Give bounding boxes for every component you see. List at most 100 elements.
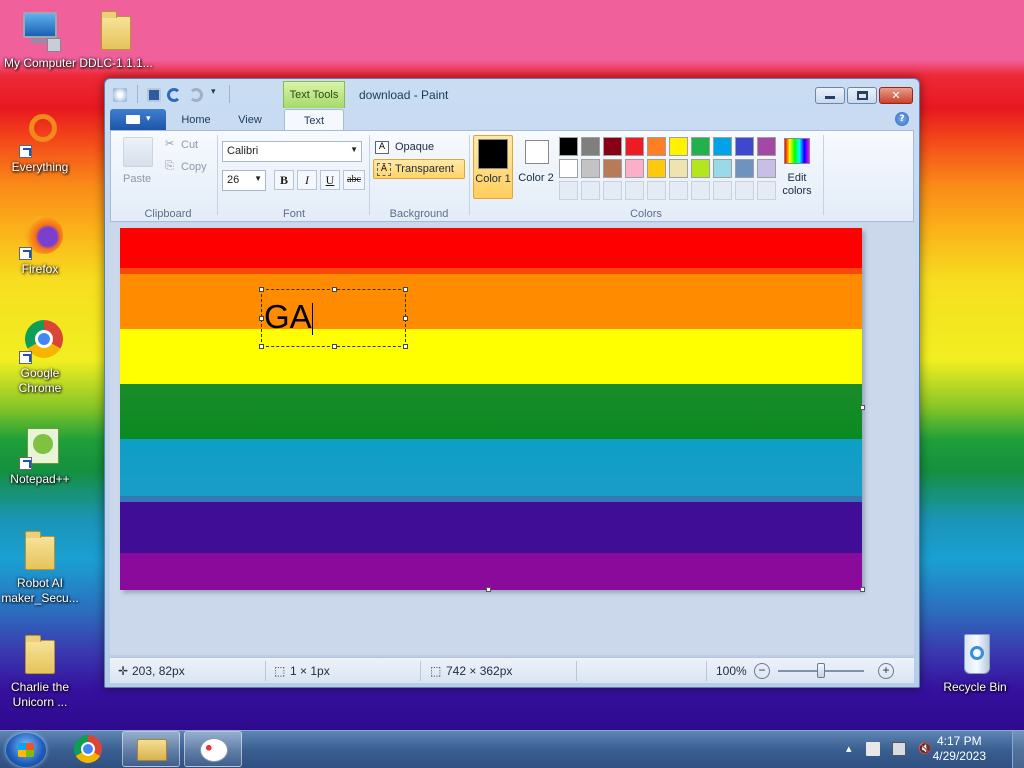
text-box-content[interactable]: GA xyxy=(264,298,313,336)
notepadpp-icon xyxy=(17,424,63,470)
desktop-icon-charlie[interactable]: Charlie the Unicorn ... xyxy=(0,632,80,710)
palette-empty-swatch[interactable] xyxy=(713,181,732,200)
paint-app-icon[interactable] xyxy=(113,88,127,102)
palette-color-swatch[interactable] xyxy=(581,159,600,178)
taskbar-paint[interactable] xyxy=(184,731,242,767)
palette-color-swatch[interactable] xyxy=(581,137,600,156)
palette-empty-swatch[interactable] xyxy=(581,181,600,200)
desktop-icon-recycle-bin[interactable]: Recycle Bin xyxy=(935,632,1015,695)
help-icon[interactable]: ? xyxy=(895,112,909,126)
zoom-slider-thumb[interactable] xyxy=(817,663,825,678)
minimize-button[interactable] xyxy=(815,87,845,104)
show-hidden-icons[interactable]: ▴ xyxy=(846,742,860,756)
zoom-out-button[interactable]: − xyxy=(754,663,770,679)
underline-button[interactable]: U xyxy=(320,170,340,190)
font-size-select[interactable]: 26 ▼ xyxy=(222,170,266,191)
start-button[interactable] xyxy=(6,733,46,767)
palette-color-swatch[interactable] xyxy=(669,159,688,178)
taskbar-chrome[interactable] xyxy=(60,731,118,767)
canvas-resize-handle-bottom[interactable] xyxy=(486,587,491,592)
desktop-icon-notepadpp[interactable]: Notepad++ xyxy=(0,424,80,487)
desktop-icon-ddlc[interactable]: DDLC-1.1.1... xyxy=(76,8,156,71)
transparent-button[interactable]: A Transparent xyxy=(373,159,465,179)
text-caret xyxy=(311,303,313,336)
palette-empty-swatch[interactable] xyxy=(757,181,776,200)
folder-icon xyxy=(137,739,167,761)
action-center-icon[interactable] xyxy=(866,742,880,756)
strikethrough-button[interactable]: abc xyxy=(343,170,365,190)
palette-color-swatch[interactable] xyxy=(735,159,754,178)
volume-muted-icon[interactable]: 🔇 xyxy=(918,742,932,756)
palette-empty-swatch[interactable] xyxy=(559,181,578,200)
status-bar: ✛ 203, 82px ⬚ 1 × 1px ⬚ 742 × 362px 100%… xyxy=(110,657,914,683)
canvas-resize-handle-right[interactable] xyxy=(860,405,865,410)
opaque-button[interactable]: A Opaque xyxy=(375,139,467,157)
undo-icon[interactable] xyxy=(167,88,181,102)
palette-empty-swatch[interactable] xyxy=(669,181,688,200)
color1-label: Color 1 xyxy=(475,173,511,185)
tab-view[interactable]: View xyxy=(228,109,272,131)
palette-color-swatch[interactable] xyxy=(603,159,622,178)
paste-button[interactable]: Paste xyxy=(123,173,151,185)
palette-color-swatch[interactable] xyxy=(757,137,776,156)
show-desktop-button[interactable] xyxy=(1012,731,1024,768)
desktop-icon-everything[interactable]: Everything xyxy=(0,112,80,175)
transparent-label: Transparent xyxy=(395,163,454,175)
desktop-icon-chrome[interactable]: Google Chrome xyxy=(0,318,80,396)
palette-empty-swatch[interactable] xyxy=(735,181,754,200)
palette-empty-swatch[interactable] xyxy=(603,181,622,200)
taskbar-explorer[interactable] xyxy=(122,731,180,767)
network-icon[interactable] xyxy=(892,742,906,756)
palette-color-swatch[interactable] xyxy=(735,137,754,156)
opaque-icon: A xyxy=(375,141,389,154)
clock-time: 4:17 PM xyxy=(936,734,982,748)
cut-button[interactable]: Cut xyxy=(181,139,198,151)
taskbar-clock[interactable]: 4:17 PM 4/29/2023 xyxy=(933,734,986,764)
palette-color-swatch[interactable] xyxy=(625,137,644,156)
color2-button[interactable]: Color 2 xyxy=(517,135,555,199)
palette-color-swatch[interactable] xyxy=(647,137,666,156)
drawing-canvas[interactable]: GA xyxy=(120,228,862,590)
palette-empty-swatch[interactable] xyxy=(691,181,710,200)
color1-button[interactable]: Color 1 xyxy=(473,135,513,199)
copy-button[interactable]: Copy xyxy=(181,161,207,173)
palette-color-swatch[interactable] xyxy=(757,159,776,178)
recycle-bin-icon xyxy=(952,632,998,678)
palette-color-swatch[interactable] xyxy=(713,137,732,156)
canvas-workspace[interactable]: GA xyxy=(110,223,914,655)
bold-button[interactable]: B xyxy=(274,170,294,190)
palette-color-swatch[interactable] xyxy=(559,159,578,178)
palette-color-swatch[interactable] xyxy=(625,159,644,178)
palette-color-swatch[interactable] xyxy=(691,137,710,156)
palette-color-swatch[interactable] xyxy=(669,137,688,156)
palette-color-swatch[interactable] xyxy=(603,137,622,156)
font-family-select[interactable]: Calibri ▼ xyxy=(222,141,362,162)
customize-quick-access-icon[interactable]: ▾ xyxy=(211,87,216,97)
close-button[interactable]: ✕ xyxy=(879,87,913,104)
zoom-in-button[interactable]: + xyxy=(878,663,894,679)
palette-color-swatch[interactable] xyxy=(691,159,710,178)
tab-home[interactable]: Home xyxy=(174,109,218,131)
tab-text[interactable]: Text xyxy=(284,109,344,131)
canvas-resize-handle-corner[interactable] xyxy=(860,587,865,592)
desktop-icon-my-computer[interactable]: My Computer xyxy=(0,8,80,71)
edit-colors-button[interactable]: Edit colors xyxy=(777,135,817,199)
text-input-box[interactable]: GA xyxy=(259,287,408,349)
image-size: 742 × 362px xyxy=(446,664,513,678)
title-bar[interactable]: ▾ Text Tools download - Paint ✕ xyxy=(105,79,919,109)
palette-empty-swatch[interactable] xyxy=(647,181,666,200)
save-icon[interactable] xyxy=(147,88,161,102)
windows-logo-icon xyxy=(18,743,34,757)
chevron-down-icon: ▼ xyxy=(254,174,262,183)
palette-color-swatch[interactable] xyxy=(647,159,666,178)
desktop-icon-firefox[interactable]: Firefox xyxy=(0,214,80,277)
file-menu-button[interactable]: ▾ xyxy=(110,109,166,130)
color2-label: Color 2 xyxy=(518,172,554,184)
palette-empty-swatch[interactable] xyxy=(625,181,644,200)
maximize-button[interactable] xyxy=(847,87,877,104)
palette-color-swatch[interactable] xyxy=(713,159,732,178)
palette-color-swatch[interactable] xyxy=(559,137,578,156)
italic-button[interactable]: I xyxy=(297,170,317,190)
desktop-icon-robot-ai[interactable]: Robot AI maker_Secu... xyxy=(0,528,80,606)
redo-icon[interactable] xyxy=(189,88,203,102)
